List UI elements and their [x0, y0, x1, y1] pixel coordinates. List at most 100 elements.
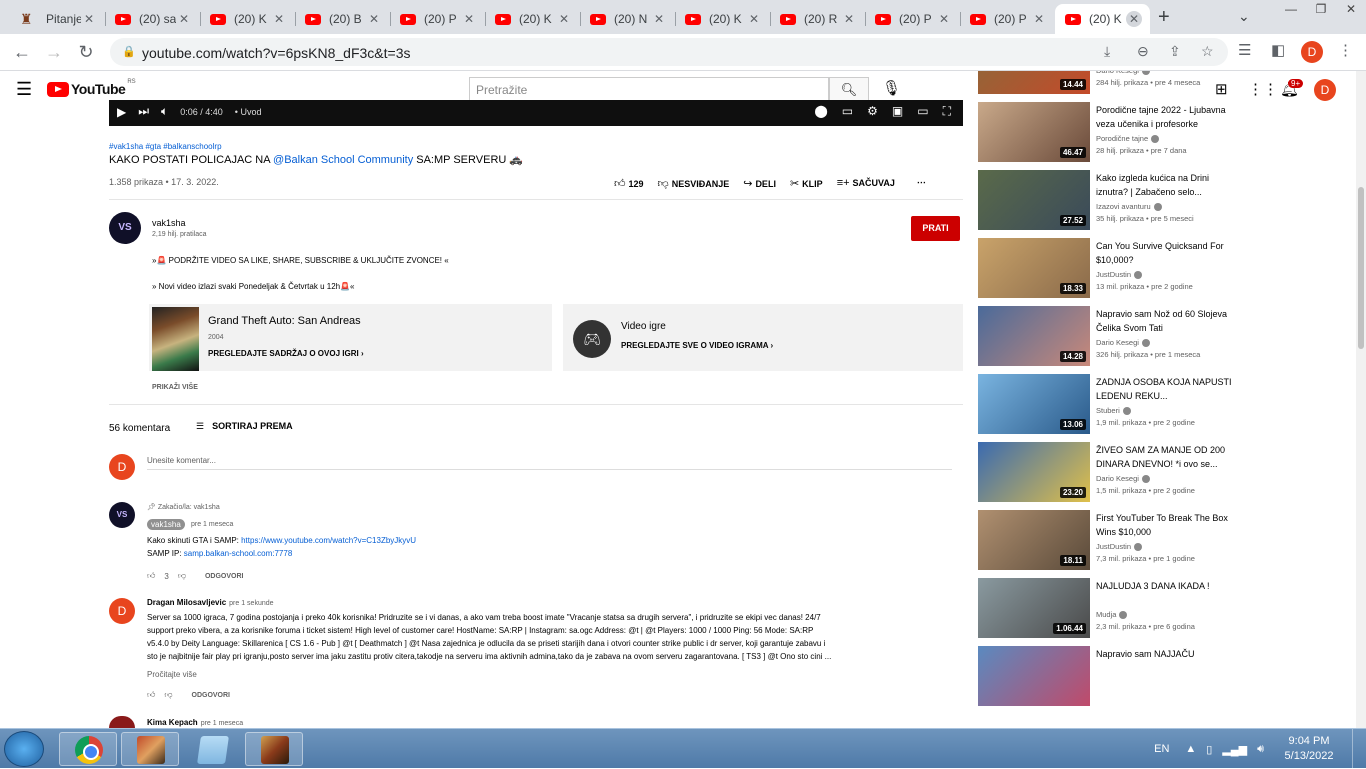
related-video-title[interactable]: Kako izgleda kućica na Drini iznutra? | …: [1096, 172, 1236, 199]
taskbar-notepad[interactable]: [183, 732, 241, 766]
close-tab-icon[interactable]: ✕: [556, 12, 572, 26]
youtube-logo[interactable]: YouTube RS: [47, 79, 136, 97]
related-video-channel[interactable]: Stuberi: [1096, 406, 1131, 416]
browser-tab[interactable]: (20) sa ✕: [105, 4, 200, 34]
video-player[interactable]: ▶ ⏭ 🔈︎ 0:06 / 4:40 • Uvod ⬤ ▭ ⚙ ▣ ▭ ⛶: [109, 100, 963, 126]
browser-tab[interactable]: (20) R ✕: [770, 4, 865, 34]
clip-button[interactable]: ✂ KLIP: [790, 177, 823, 190]
related-video-title[interactable]: Porodične tajne 2022 - Ljubavna veza uče…: [1096, 104, 1236, 131]
related-video-title[interactable]: First YouTuber To Break The Box Wins $10…: [1096, 512, 1236, 539]
related-video-item[interactable]: 14.44Kupila sam NAJJEFTINIJE HRANE u Srb…: [978, 71, 1356, 96]
browser-tab[interactable]: (20) P ✕: [960, 4, 1055, 34]
video-thumbnail[interactable]: 18.11: [978, 510, 1090, 570]
close-tab-icon[interactable]: ✕: [366, 12, 382, 26]
reload-button[interactable]: ↻: [74, 42, 98, 63]
related-video-channel[interactable]: Dario Kesegi: [1096, 338, 1150, 348]
share-icon[interactable]: ⇪: [1169, 43, 1181, 60]
browser-tab[interactable]: (20) N ✕: [580, 4, 675, 34]
dislike-button[interactable]: 👎︎ NESVIĐANJE: [658, 177, 730, 190]
url-text[interactable]: youtube.com/watch?v=6psKN8_dF3c&t=3s: [142, 45, 411, 61]
close-tab-icon[interactable]: ✕: [841, 12, 857, 26]
miniplayer-icon[interactable]: ▣: [892, 104, 903, 119]
comment-like-icon[interactable]: 👍︎: [147, 571, 155, 581]
fullscreen-icon[interactable]: ⛶: [943, 104, 951, 119]
autoplay-toggle-icon[interactable]: ⬤: [814, 104, 827, 119]
comment-avatar[interactable]: D: [109, 598, 135, 624]
minimize-button[interactable]: —: [1276, 0, 1306, 20]
channel-name[interactable]: vak1sha: [152, 218, 186, 228]
scrollbar-thumb[interactable]: [1358, 187, 1364, 349]
theater-mode-icon[interactable]: ▭: [917, 104, 928, 119]
forward-button[interactable]: →: [42, 42, 66, 63]
add-comment-input[interactable]: Unesite komentar...: [147, 456, 952, 470]
browser-tab[interactable]: (20) P ✕: [865, 4, 960, 34]
sort-comments-button[interactable]: ☰ SORTIRAJ PREMA: [196, 421, 293, 432]
close-tab-icon[interactable]: ✕: [1031, 12, 1047, 26]
page-scrollbar[interactable]: [1356, 71, 1366, 728]
share-button[interactable]: ↪ DELI: [743, 177, 776, 190]
start-button[interactable]: [4, 731, 44, 767]
microphone-icon[interactable]: 🎙︎: [882, 79, 901, 97]
subscribe-button[interactable]: PRATI: [911, 216, 960, 241]
related-video-title[interactable]: Can You Survive Quicksand For $10,000?: [1096, 240, 1236, 267]
related-video-channel[interactable]: Izazovi avanturu: [1096, 202, 1162, 212]
related-video-item[interactable]: 23.20 ŽIVEO SAM ZA MANJE OD 200 DINARA DN…: [978, 442, 1356, 504]
clock[interactable]: 9:04 PM 5/13/2022: [1274, 734, 1344, 764]
comment-avatar[interactable]: [109, 716, 135, 728]
browser-tab-active[interactable]: (20) K ✕: [1055, 4, 1150, 34]
related-video-item[interactable]: 46.47 Porodične tajne 2022 - Ljubavna vez…: [978, 102, 1356, 164]
close-tab-icon[interactable]: ✕: [271, 12, 287, 26]
show-desktop-button[interactable]: [1352, 729, 1366, 769]
comment-like-icon[interactable]: 👍︎: [147, 690, 155, 700]
game-card[interactable]: Grand Theft Auto: San Andreas 2004 PREGL…: [149, 304, 552, 371]
browser-tab[interactable]: (20) K ✕: [200, 4, 295, 34]
video-thumbnail[interactable]: 13.06: [978, 374, 1090, 434]
reply-button[interactable]: ODGOVORI: [192, 692, 231, 699]
chapter-label[interactable]: • Uvod: [235, 107, 262, 117]
comment-dislike-icon[interactable]: 👎︎: [164, 690, 172, 700]
related-video-item[interactable]: 1.06.44 NAJLUDJA 3 DANA IKADA ! Mudja 2,3 m…: [978, 578, 1356, 640]
related-video-channel[interactable]: JustDustin: [1096, 542, 1143, 552]
reply-button[interactable]: ODGOVORI: [205, 573, 244, 580]
taskbar-app[interactable]: [245, 732, 303, 766]
owner-author-badge[interactable]: vak1sha: [147, 519, 185, 530]
show-more-button[interactable]: PRIKAŽI VIŠE: [152, 384, 198, 391]
close-tab-icon[interactable]: ✕: [746, 12, 762, 26]
comment-link[interactable]: https://www.youtube.com/watch?v=C13ZbyJk…: [241, 536, 416, 545]
video-games-card[interactable]: 🎮︎ Video igre PREGLEDAJTE SVE O VIDEO IG…: [563, 304, 963, 371]
related-video-channel[interactable]: JustDustin: [1096, 270, 1143, 280]
video-hashtags[interactable]: #vak1sha #gta #balkanschoolrp: [109, 142, 222, 151]
related-video-item[interactable]: 27.52 Kako izgleda kućica na Drini iznutr…: [978, 170, 1356, 232]
browser-tab[interactable]: (20) P ✕: [390, 4, 485, 34]
video-games-link[interactable]: PREGLEDAJTE SVE O VIDEO IGRAMA ›: [621, 341, 773, 350]
bookmark-star-icon[interactable]: ☆: [1201, 43, 1214, 60]
profile-avatar[interactable]: D: [1301, 41, 1323, 63]
related-video-title[interactable]: NAJLUDJA 3 DANA IKADA !: [1096, 580, 1236, 594]
video-thumbnail[interactable]: 18.33: [978, 238, 1090, 298]
related-video-title[interactable]: ZADNJA OSOBA KOJA NAPUSTI LEDENU REKU...: [1096, 376, 1236, 403]
browser-tab[interactable]: ♜ Pitanje ✕: [10, 4, 105, 34]
side-panel-icon[interactable]: ◧: [1271, 41, 1285, 59]
related-video-channel[interactable]: Dario Kesegi: [1096, 474, 1150, 484]
browser-tab[interactable]: (20) K ✕: [675, 4, 770, 34]
close-tab-icon[interactable]: ✕: [176, 12, 192, 26]
back-button[interactable]: ←: [10, 42, 34, 63]
volume-icon[interactable]: 🔈︎: [161, 104, 168, 119]
related-video-channel[interactable]: Dario Kesegi: [1096, 71, 1150, 76]
tab-search-icon[interactable]: ⌄: [1238, 8, 1250, 25]
comment-dislike-icon[interactable]: 👎︎: [178, 571, 186, 581]
comment-link[interactable]: samp.balkan-school.com:7778: [184, 549, 293, 558]
more-actions-icon[interactable]: ⋯: [917, 177, 926, 190]
menu-icon[interactable]: ☰: [16, 79, 32, 100]
close-tab-icon[interactable]: ✕: [936, 12, 952, 26]
game-explore-link[interactable]: PREGLEDAJTE SADRŽAJ O OVOJ IGRI ›: [208, 349, 364, 358]
volume-icon[interactable]: 🔊︎: [1257, 743, 1264, 756]
related-video-channel[interactable]: Porodične tajne: [1096, 134, 1160, 144]
related-video-item[interactable]: 13.06 ZADNJA OSOBA KOJA NAPUSTI LEDENU RE…: [978, 374, 1356, 436]
search-input[interactable]: Pretražite: [469, 77, 829, 102]
close-tab-icon[interactable]: ✕: [1126, 11, 1142, 27]
channel-mention-link[interactable]: @Balkan School Community: [273, 154, 413, 166]
reading-list-icon[interactable]: ☰: [1238, 41, 1251, 59]
taskbar-chrome[interactable]: [59, 732, 117, 766]
subtitles-icon[interactable]: ▭: [842, 104, 853, 119]
